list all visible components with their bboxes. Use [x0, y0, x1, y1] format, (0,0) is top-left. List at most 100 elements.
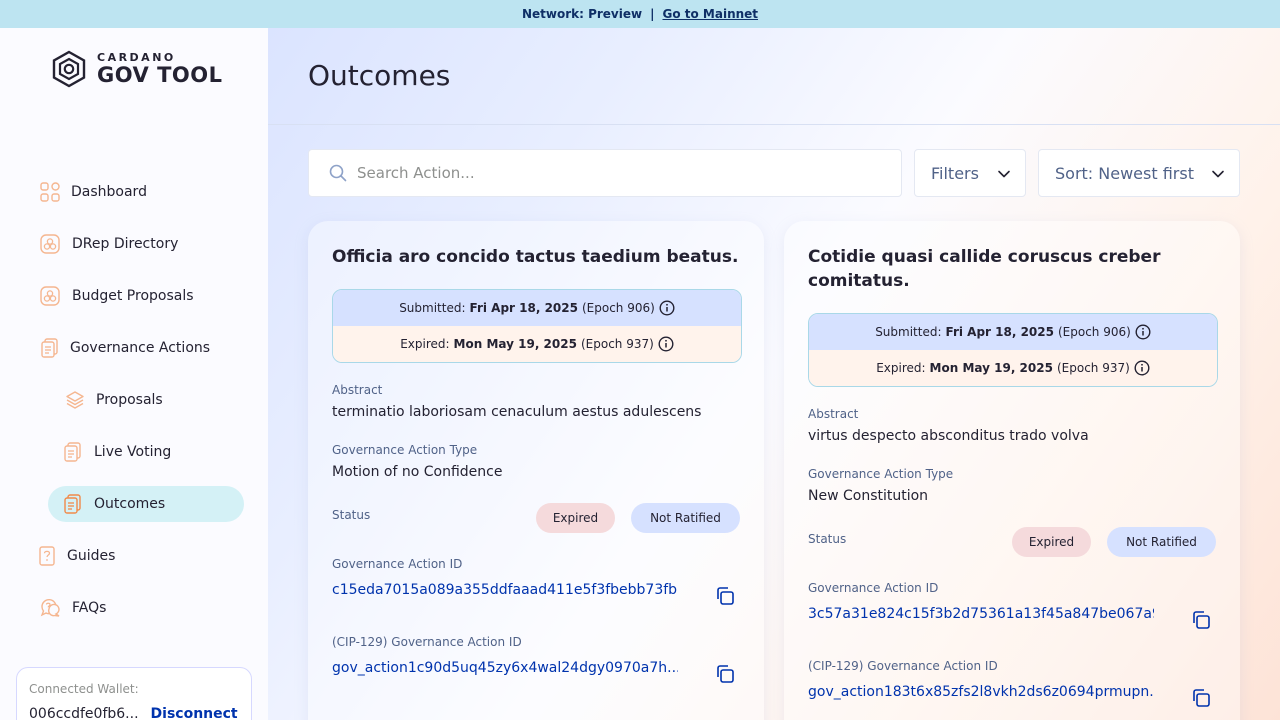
cip129-id-label: (CIP-129) Governance Action ID: [808, 659, 998, 673]
status-label: Status: [808, 532, 847, 546]
logo-govtool-text: GOV TOOL: [97, 63, 223, 87]
network-label: Network: Preview: [521, 7, 643, 21]
logo-cardano-text: CARDANO: [97, 51, 176, 64]
search-box[interactable]: [308, 149, 902, 197]
main-content: Outcomes Filters Sort: Newest first Offi…: [268, 28, 1280, 720]
sidebar-item-outcomes[interactable]: Outcomes: [0, 486, 268, 522]
sidebar-nav: Dashboard DRep Directory Budget Proposal…: [0, 174, 268, 642]
status-badge-not-ratified: Not Ratified: [631, 503, 740, 533]
wallet-address: 006ccdfe0fb6...: [29, 706, 139, 720]
submitted-date: Fri Apr 18, 2025: [469, 301, 578, 315]
drep-directory-icon: [40, 234, 60, 254]
governance-actions-icon: [41, 338, 58, 358]
banner-separator: |: [650, 7, 655, 21]
info-icon[interactable]: [1134, 360, 1150, 376]
sidebar-item-drep-directory-label: DRep Directory: [72, 236, 179, 252]
sidebar-item-budget-proposals[interactable]: Budget Proposals: [0, 278, 268, 314]
outcomes-icon: [64, 494, 81, 514]
abstract-label: Abstract: [332, 383, 383, 397]
abstract-label: Abstract: [808, 407, 859, 421]
cip129-id-link[interactable]: gov_action1c90d5uq45zy6x4wal24dgy0970a7h…: [332, 660, 678, 676]
sort-dropdown[interactable]: Sort: Newest first: [1038, 149, 1240, 197]
sidebar-item-governance-actions-label: Governance Actions: [70, 340, 211, 356]
action-id-label: Governance Action ID: [332, 557, 463, 571]
action-type-label: Governance Action Type: [808, 467, 954, 481]
status-badge-expired: Expired: [1012, 527, 1091, 557]
governance-action-card: Officia aro concido tactus taedium beatu…: [308, 221, 764, 720]
dashboard-icon: [40, 182, 60, 202]
card-title: Cotidie quasi callide coruscus creber co…: [808, 247, 1161, 291]
disconnect-button[interactable]: Disconnect: [151, 706, 238, 720]
expired-date: Mon May 19, 2025: [453, 337, 577, 351]
action-type-value: Motion of no Confidence: [332, 464, 503, 480]
copy-icon[interactable]: [1190, 687, 1212, 709]
faqs-icon: [40, 599, 60, 617]
proposals-icon: [66, 391, 84, 409]
sort-label: Sort: Newest first: [1055, 163, 1194, 183]
chevron-down-icon: [998, 170, 1010, 178]
card-dates: Submitted: Fri Apr 18, 2025 (Epoch 906) …: [332, 289, 742, 363]
cardano-logo-icon: [52, 50, 86, 88]
sidebar-item-drep-directory[interactable]: DRep Directory: [0, 226, 268, 262]
submitted-date: Fri Apr 18, 2025: [945, 325, 1054, 339]
action-id-link[interactable]: c15eda7015a089a355ddfaaad411e5f3fbebb73f…: [332, 582, 678, 598]
search-icon: [329, 164, 347, 182]
expired-row: Expired: Mon May 19, 2025 (Epoch 937): [333, 326, 741, 362]
sidebar-item-live-voting-label: Live Voting: [94, 444, 172, 460]
info-icon[interactable]: [659, 300, 675, 316]
info-icon[interactable]: [1135, 324, 1151, 340]
filters-dropdown[interactable]: Filters: [914, 149, 1026, 197]
governance-action-card: Cotidie quasi callide coruscus creber co…: [784, 221, 1240, 720]
status-badge-not-ratified: Not Ratified: [1107, 527, 1216, 557]
search-input[interactable]: [357, 164, 857, 182]
action-type-label: Governance Action Type: [332, 443, 478, 457]
abstract-value: virtus despecto absconditus trado volva: [808, 428, 1089, 444]
connected-wallet-label: Connected Wallet:: [29, 682, 139, 696]
copy-icon[interactable]: [1190, 609, 1212, 631]
sidebar-item-faqs[interactable]: FAQs: [0, 590, 268, 626]
status-label: Status: [332, 508, 371, 522]
sidebar-item-proposals[interactable]: Proposals: [0, 382, 268, 418]
sidebar-item-live-voting[interactable]: Live Voting: [0, 434, 268, 470]
expired-label: Expired:: [400, 337, 450, 351]
copy-icon[interactable]: [714, 663, 736, 685]
sidebar-item-outcomes-label: Outcomes: [94, 496, 166, 512]
page-title: Outcomes: [308, 59, 451, 92]
submitted-label: Submitted:: [399, 301, 466, 315]
copy-icon[interactable]: [714, 585, 736, 607]
filters-label: Filters: [931, 163, 979, 183]
expired-label: Expired:: [876, 361, 926, 375]
sidebar-item-dashboard[interactable]: Dashboard: [0, 174, 268, 210]
chevron-down-icon: [1212, 170, 1224, 178]
cip129-id-link[interactable]: gov_action183t6x85zfs2l8vkh2ds6z0694prmu…: [808, 684, 1154, 700]
logo[interactable]: CARDANO GOV TOOL: [48, 50, 223, 88]
live-voting-icon: [64, 442, 81, 462]
sidebar-item-budget-proposals-label: Budget Proposals: [72, 288, 194, 304]
submitted-epoch: (Epoch 906): [581, 301, 655, 315]
cip129-id-label: (CIP-129) Governance Action ID: [332, 635, 522, 649]
submitted-row: Submitted: Fri Apr 18, 2025 (Epoch 906): [333, 290, 741, 326]
submitted-row: Submitted: Fri Apr 18, 2025 (Epoch 906): [809, 314, 1217, 350]
card-title: Officia aro concido tactus taedium beatu…: [332, 247, 739, 267]
action-id-link[interactable]: 3c57a31e824c15f3b2d75361a13f45a847be067a…: [808, 606, 1154, 622]
sidebar-item-dashboard-label: Dashboard: [71, 184, 147, 200]
sidebar-item-governance-actions[interactable]: Governance Actions: [0, 330, 268, 366]
abstract-value: terminatio laboriosam cenaculum aestus a…: [332, 404, 702, 420]
info-icon[interactable]: [658, 336, 674, 352]
guides-icon: [39, 546, 55, 566]
expired-date: Mon May 19, 2025: [929, 361, 1053, 375]
network-banner: Network: Preview | Go to Mainnet: [0, 0, 1280, 28]
status-badge-expired: Expired: [536, 503, 615, 533]
action-type-value: New Constitution: [808, 488, 929, 504]
expired-epoch: (Epoch 937): [1056, 361, 1130, 375]
submitted-epoch: (Epoch 906): [1057, 325, 1131, 339]
sidebar-item-guides-label: Guides: [67, 548, 116, 564]
expired-row: Expired: Mon May 19, 2025 (Epoch 937): [809, 350, 1217, 386]
go-to-mainnet-link[interactable]: Go to Mainnet: [662, 7, 758, 21]
sidebar: CARDANO GOV TOOL Dashboard DRep Director…: [0, 28, 268, 720]
sidebar-item-faqs-label: FAQs: [72, 600, 107, 616]
submitted-label: Submitted:: [875, 325, 942, 339]
action-id-label: Governance Action ID: [808, 581, 939, 595]
sidebar-item-guides[interactable]: Guides: [0, 538, 268, 574]
budget-proposals-icon: [40, 286, 60, 306]
